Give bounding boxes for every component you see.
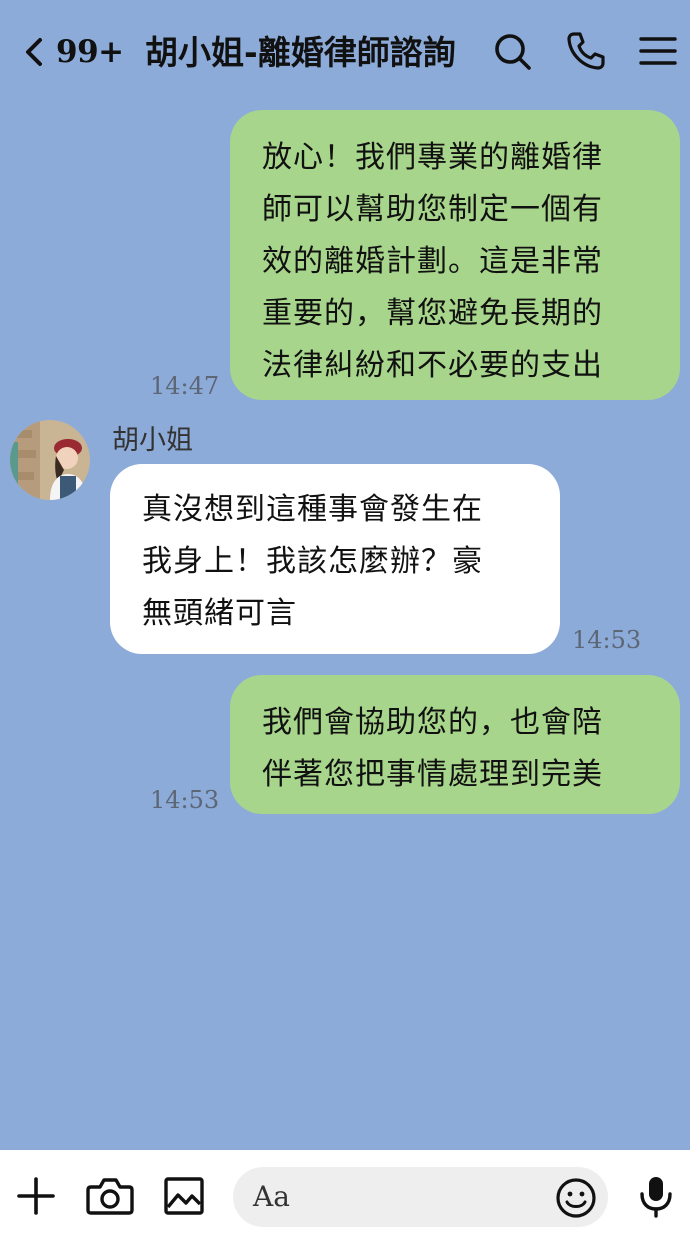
incoming-message-bubble[interactable]: 真沒想到這種事會發生在 我身上！我該怎麼辦？豪 無頭緒可言: [110, 464, 560, 654]
search-button[interactable]: [492, 30, 532, 72]
message-text: 真沒想到這種事會發生在 我身上！我該怎麼辦？豪 無頭緒可言: [142, 492, 483, 631]
chat-header: 99+ 胡小姐-離婚律師諮詢: [0, 0, 690, 104]
avatar-photo: [10, 420, 90, 500]
message-timestamp: 14:53: [150, 786, 220, 814]
message-text: 放心！我們專業的離婚律 師可以幫助您制定一個有 效的離婚計劃。這是非常 重要的，…: [262, 140, 603, 383]
outgoing-message-bubble[interactable]: 放心！我們專業的離婚律 師可以幫助您制定一個有 效的離婚計劃。這是非常 重要的，…: [230, 110, 680, 400]
sender-name: 胡小姐: [112, 425, 193, 456]
emoji-button[interactable]: [554, 1176, 598, 1220]
plus-icon: [17, 1177, 55, 1215]
message-timestamp: 14:53: [572, 626, 642, 654]
back-button[interactable]: 99+: [22, 30, 132, 74]
chevron-left-icon: [26, 38, 42, 66]
unread-count: 99+: [56, 34, 124, 70]
microphone-icon: [640, 1177, 672, 1218]
call-button[interactable]: [565, 30, 605, 72]
camera-icon: [86, 1178, 134, 1215]
add-button[interactable]: [14, 1174, 58, 1218]
message-timestamp: 14:47: [150, 372, 220, 400]
image-icon: [164, 1177, 204, 1215]
outgoing-message-bubble[interactable]: 我們會協助您的，也會陪 伴著您把事情處理到完美: [230, 675, 680, 814]
gallery-button[interactable]: [162, 1174, 206, 1218]
chat-title[interactable]: 胡小姐-離婚律師諮詢: [145, 28, 481, 78]
message-composer: Aa: [0, 1150, 690, 1242]
smiley-icon: [556, 1178, 596, 1218]
voice-button[interactable]: [634, 1174, 678, 1218]
message-input-placeholder: Aa: [253, 1180, 290, 1213]
hamburger-menu-icon: [639, 37, 677, 65]
menu-button[interactable]: [638, 30, 678, 72]
search-icon: [495, 34, 531, 70]
phone-icon: [567, 32, 605, 70]
message-input[interactable]: Aa: [233, 1167, 608, 1227]
avatar[interactable]: [10, 420, 90, 500]
message-text: 我們會協助您的，也會陪 伴著您把事情處理到完美: [262, 705, 603, 792]
camera-button[interactable]: [86, 1174, 134, 1218]
